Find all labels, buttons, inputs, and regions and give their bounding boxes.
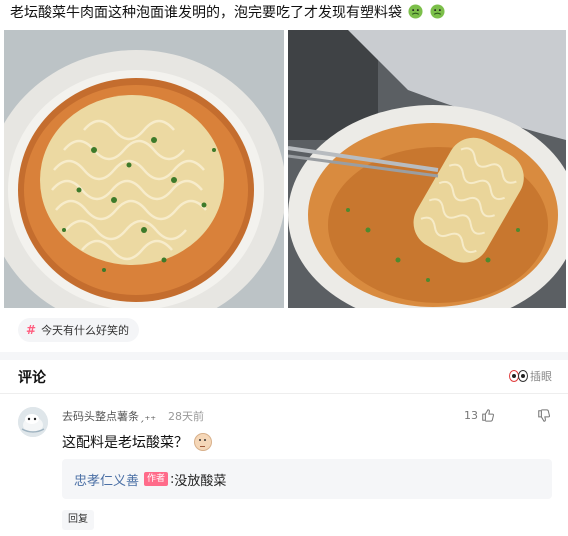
comment-text-content: 这配料是老坛酸菜？ bbox=[62, 435, 188, 451]
like-count: 13 bbox=[464, 408, 478, 422]
topic-label: 今天有什么好笑的 bbox=[41, 324, 130, 337]
smiling-face-emoji-icon bbox=[194, 433, 212, 451]
post-text-content: 老坛酸菜牛肉面这种泡面谁发明的，泡完要吃了才发现有塑料袋 bbox=[10, 5, 402, 21]
topic-tag[interactable]: # 今天有什么好笑的 bbox=[18, 318, 140, 342]
eyes-icon bbox=[509, 370, 528, 382]
divider bbox=[0, 393, 568, 394]
reply-text: 没放酸菜 bbox=[174, 473, 227, 489]
insert-eye-label: 插眼 bbox=[530, 370, 552, 383]
post-text: 老坛酸菜牛肉面这种泡面谁发明的，泡完要吃了才发现有塑料袋 bbox=[10, 0, 558, 28]
comment-time: 28天前 bbox=[168, 410, 204, 423]
comment-text: 这配料是老坛酸菜？ bbox=[62, 432, 212, 452]
nauseated-face-icon bbox=[430, 4, 445, 19]
like-button[interactable]: 13 bbox=[464, 408, 495, 422]
comment-username[interactable]: 去码头整点薯条ˏ₊₊ bbox=[62, 408, 156, 424]
dislike-button[interactable] bbox=[537, 408, 551, 427]
thumbs-down-icon bbox=[538, 409, 550, 422]
avatar[interactable] bbox=[18, 407, 48, 437]
noodle-packet-photo[interactable] bbox=[288, 30, 566, 308]
comments-title: 评论 bbox=[18, 370, 46, 386]
reply-box[interactable]: 忠孝仁义善 作者 : 没放酸菜 bbox=[62, 459, 552, 499]
author-badge: 作者 bbox=[144, 472, 169, 486]
hashtag-icon: # bbox=[26, 323, 37, 337]
insert-eye-button[interactable]: 插眼 bbox=[509, 368, 552, 384]
reply-button[interactable]: 回复 bbox=[62, 510, 94, 530]
nauseated-face-icon bbox=[408, 4, 423, 19]
section-divider bbox=[0, 352, 568, 360]
noodle-bowl-photo[interactable] bbox=[4, 30, 284, 308]
thumbs-up-icon bbox=[482, 409, 494, 422]
reply-author[interactable]: 忠孝仁义善 bbox=[74, 470, 139, 489]
